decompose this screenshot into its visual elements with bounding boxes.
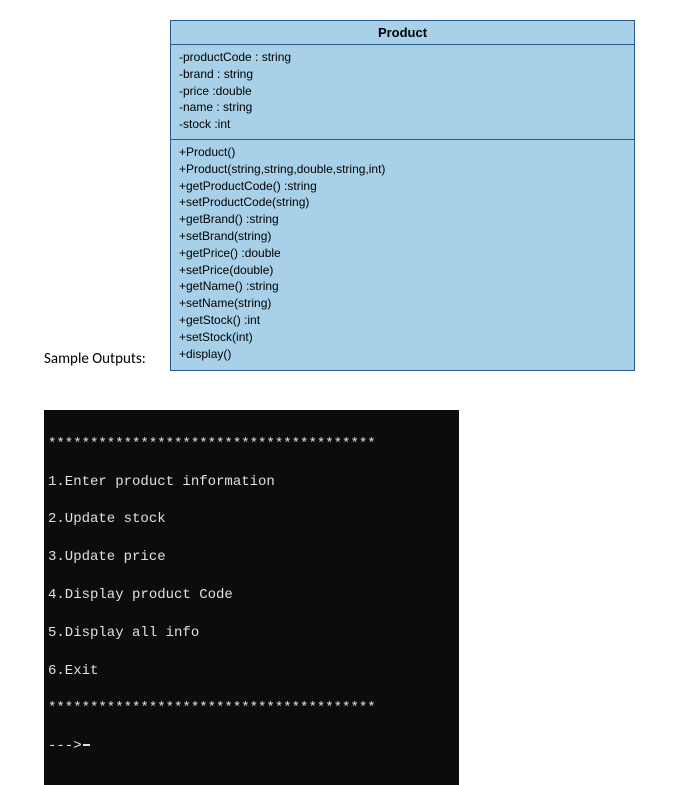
uml-class-title: Product (171, 21, 634, 45)
uml-method: +Product(string,string,double,string,int… (179, 161, 626, 178)
uml-method: +setName(string) (179, 295, 626, 312)
uml-attribute: -price :double (179, 83, 626, 100)
uml-method: +getBrand() :string (179, 211, 626, 228)
sample-outputs-label: Sample Outputs: (44, 350, 146, 368)
terminal-divider: *************************************** (48, 435, 455, 454)
uml-method: +getPrice() :double (179, 245, 626, 262)
terminal-menu-item: 3.Update price (48, 548, 455, 567)
terminal-menu-item: 4.Display product Code (48, 586, 455, 605)
uml-attribute: -name : string (179, 99, 626, 116)
terminal-menu-item: 2.Update stock (48, 510, 455, 529)
uml-attribute: -stock :int (179, 116, 626, 133)
uml-methods-section: +Product() +Product(string,string,double… (171, 140, 634, 370)
uml-method: +getProductCode() :string (179, 178, 626, 195)
uml-class-product: Product -productCode : string -brand : s… (170, 20, 635, 371)
terminal-divider: *************************************** (48, 699, 455, 718)
uml-method: +setStock(int) (179, 329, 626, 346)
terminal-cursor-icon (83, 744, 90, 746)
uml-method: +getStock() :int (179, 312, 626, 329)
uml-method: +setPrice(double) (179, 262, 626, 279)
uml-method: +setProductCode(string) (179, 194, 626, 211)
terminal-prompt: ---> (48, 737, 82, 756)
uml-method: +Product() (179, 144, 626, 161)
uml-attributes-section: -productCode : string -brand : string -p… (171, 45, 634, 140)
terminal-menu-item: 6.Exit (48, 662, 455, 681)
terminal-menu-item: 5.Display all info (48, 624, 455, 643)
uml-attribute: -brand : string (179, 66, 626, 83)
uml-method: +display() (179, 346, 626, 363)
terminal-output: *************************************** … (44, 410, 459, 785)
terminal-menu-item: 1.Enter product information (48, 473, 455, 492)
terminal-prompt-line: ---> (48, 737, 455, 756)
uml-attribute: -productCode : string (179, 49, 626, 66)
uml-method: +setBrand(string) (179, 228, 626, 245)
uml-method: +getName() :string (179, 278, 626, 295)
